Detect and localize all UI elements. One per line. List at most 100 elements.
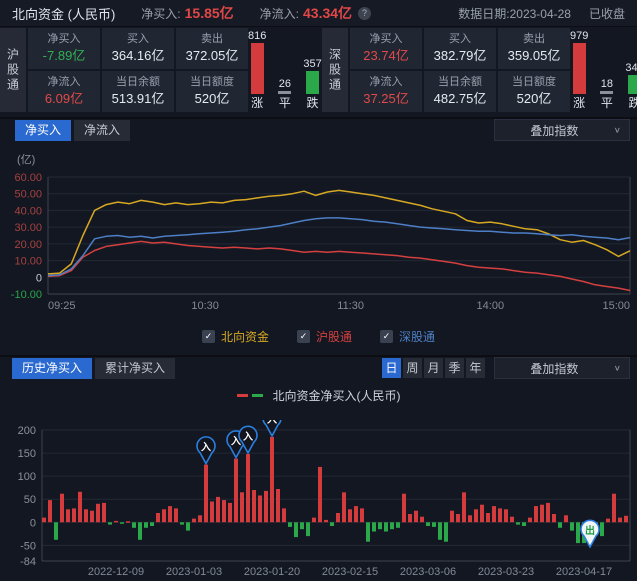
bar[interactable] [198, 515, 202, 522]
tab-cumulative-net-buy[interactable]: 累计净买入 [95, 358, 175, 379]
bar[interactable] [324, 520, 328, 522]
bar[interactable] [528, 518, 532, 523]
bar[interactable] [84, 509, 88, 522]
bar[interactable] [558, 522, 562, 528]
bar[interactable] [216, 497, 220, 522]
bar[interactable] [156, 513, 160, 522]
bar[interactable] [162, 509, 166, 522]
bar[interactable] [396, 522, 400, 528]
bar[interactable] [516, 522, 520, 524]
bar[interactable] [540, 505, 544, 523]
bar[interactable] [378, 522, 382, 529]
bar[interactable] [306, 522, 310, 536]
bar[interactable] [48, 500, 52, 522]
checkbox-hu[interactable]: ✓ [297, 330, 310, 343]
bar[interactable] [204, 465, 208, 523]
bar[interactable] [546, 503, 550, 522]
bar[interactable] [606, 519, 610, 523]
bar[interactable] [498, 508, 502, 522]
bar[interactable] [60, 494, 64, 523]
bar[interactable] [600, 522, 604, 536]
period-month-button[interactable]: 月 [424, 358, 443, 378]
bar[interactable] [354, 506, 358, 522]
bar[interactable] [264, 491, 268, 522]
bar[interactable] [234, 459, 238, 523]
bar[interactable] [360, 508, 364, 522]
help-icon[interactable]: ? [358, 7, 371, 20]
bar[interactable] [510, 517, 514, 523]
bar[interactable] [618, 518, 622, 523]
bar[interactable] [420, 517, 424, 523]
bar[interactable] [336, 513, 340, 522]
period-week-button[interactable]: 周 [403, 358, 422, 378]
period-quarter-button[interactable]: 季 [445, 358, 464, 378]
bar[interactable] [42, 518, 46, 523]
bar[interactable] [78, 492, 82, 522]
bar[interactable] [72, 508, 76, 522]
bar[interactable] [612, 494, 616, 523]
bar[interactable] [624, 516, 628, 523]
bar[interactable] [312, 518, 316, 523]
bar[interactable] [450, 511, 454, 523]
bar[interactable] [402, 494, 406, 523]
bar[interactable] [432, 522, 436, 527]
bar[interactable] [342, 492, 346, 522]
bar[interactable] [444, 522, 448, 541]
bar[interactable] [90, 511, 94, 523]
bar[interactable] [150, 522, 154, 526]
bar[interactable] [240, 492, 244, 522]
bar[interactable] [426, 522, 430, 526]
bar[interactable] [576, 522, 580, 543]
bar[interactable] [480, 505, 484, 523]
bar[interactable] [372, 522, 376, 531]
bar[interactable] [186, 522, 190, 530]
bar[interactable] [414, 511, 418, 523]
bar[interactable] [144, 522, 148, 528]
bar[interactable] [108, 522, 112, 524]
bar[interactable] [486, 513, 490, 522]
bar[interactable] [258, 496, 262, 523]
bar[interactable] [174, 508, 178, 522]
bar[interactable] [180, 522, 184, 524]
tab-history-net-buy[interactable]: 历史净买入 [12, 358, 92, 379]
bar[interactable] [102, 503, 106, 522]
period-day-button[interactable]: 日 [382, 358, 401, 378]
bar[interactable] [192, 519, 196, 523]
bar[interactable] [276, 489, 280, 522]
bar[interactable] [246, 454, 250, 522]
bar[interactable] [54, 522, 58, 540]
bar[interactable] [132, 522, 136, 528]
bar[interactable] [318, 467, 322, 522]
bar[interactable] [66, 509, 70, 522]
bar[interactable] [438, 522, 442, 540]
bar[interactable] [288, 522, 292, 527]
bar[interactable] [564, 515, 568, 522]
overlay-index-select-2[interactable]: 叠加指数 ∨ [494, 357, 630, 379]
bar[interactable] [138, 522, 142, 540]
bar[interactable] [228, 503, 232, 522]
bar[interactable] [120, 522, 124, 524]
tab-net-buy[interactable]: 净买入 [15, 120, 71, 141]
bar[interactable] [96, 504, 100, 523]
bar[interactable] [300, 522, 304, 529]
bar[interactable] [552, 514, 556, 522]
bar[interactable] [456, 514, 460, 522]
bar[interactable] [270, 437, 274, 522]
tab-net-inflow[interactable]: 净流入 [74, 120, 130, 141]
checkbox-north[interactable]: ✓ [202, 330, 215, 343]
checkbox-shen[interactable]: ✓ [380, 330, 393, 343]
overlay-index-select[interactable]: 叠加指数 ∨ [494, 119, 630, 141]
bar[interactable] [114, 521, 118, 523]
bar[interactable] [462, 492, 466, 522]
bar[interactable] [408, 514, 412, 522]
bar[interactable] [330, 522, 334, 526]
bar[interactable] [522, 522, 526, 526]
bar[interactable] [366, 522, 370, 541]
bar[interactable] [492, 506, 496, 522]
bar[interactable] [168, 506, 172, 522]
bar[interactable] [348, 509, 352, 522]
period-year-button[interactable]: 年 [466, 358, 485, 378]
bar[interactable] [570, 522, 574, 530]
bar[interactable] [534, 506, 538, 522]
bar[interactable] [210, 502, 214, 523]
